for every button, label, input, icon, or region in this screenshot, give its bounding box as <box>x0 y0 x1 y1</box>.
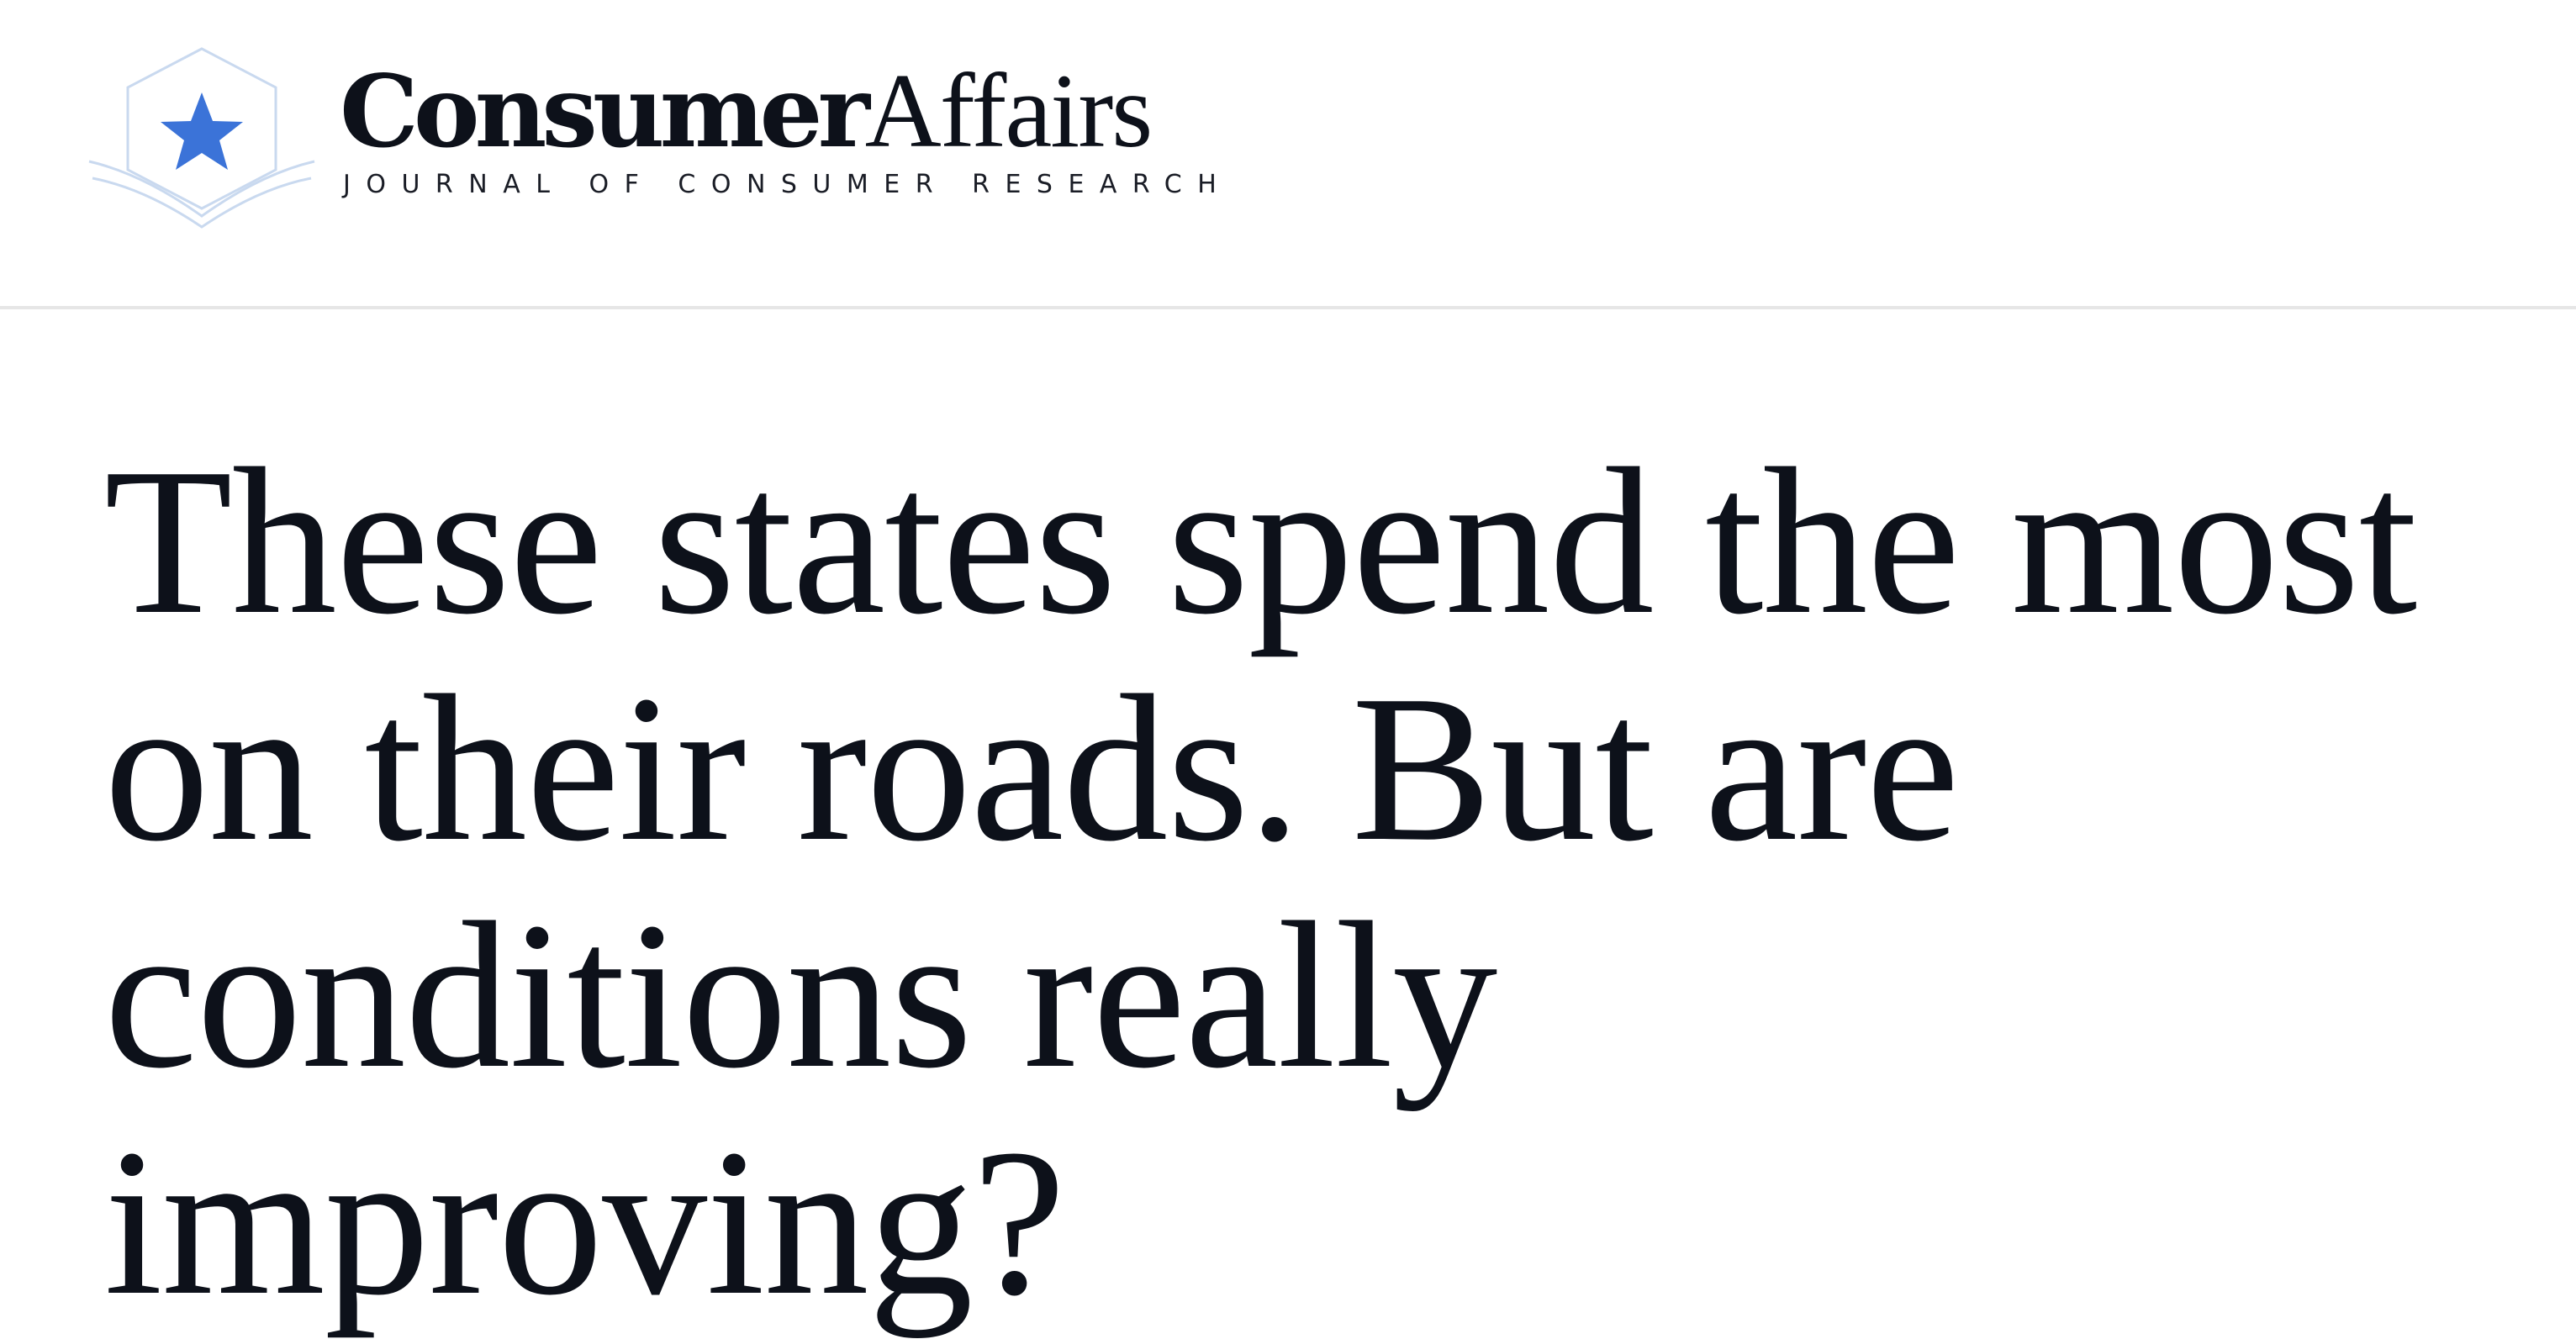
logo-star-icon[interactable] <box>84 44 319 229</box>
brand-wordmark[interactable]: ConsumerAffairs <box>340 59 1153 168</box>
brand-name-light: Affairs <box>864 53 1153 170</box>
brand-name-bold: Consumer <box>340 53 870 170</box>
site-header: ConsumerAffairs JOURNAL OF CONSUMER RESE… <box>0 0 2576 309</box>
brand-tagline: JOURNAL OF CONSUMER RESEARCH <box>343 170 1233 199</box>
article-headline: These states spend the most on their roa… <box>104 425 2417 1339</box>
